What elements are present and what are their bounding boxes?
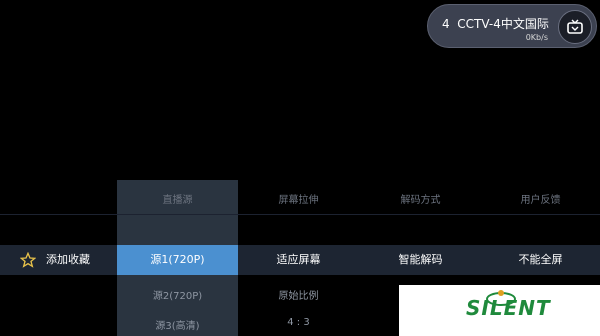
header-divider: [0, 214, 600, 215]
header-source[interactable]: 直播源: [117, 191, 238, 206]
channel-badge: 4 CCTV-4中文国际 0Kb/s: [427, 4, 597, 48]
feedback-option[interactable]: 不能全屏: [480, 245, 600, 275]
source-option-2[interactable]: 源2(720P): [117, 287, 238, 302]
source-option-selected[interactable]: 源1(720P): [117, 245, 238, 275]
channel-title: 4 CCTV-4中文国际: [442, 15, 549, 32]
header-feedback[interactable]: 用户反馈: [480, 191, 600, 206]
add-favorite-button[interactable]: 添加收藏: [46, 245, 90, 275]
star-icon[interactable]: [20, 252, 36, 268]
stretch-option-original[interactable]: 原始比例: [238, 287, 359, 302]
stretch-option-4-3[interactable]: 4 : 3: [238, 317, 359, 328]
channel-name: CCTV-4中文国际: [457, 17, 549, 31]
watermark-text: SILENT: [466, 296, 551, 320]
header-stretch[interactable]: 屏幕拉伸: [238, 191, 359, 206]
tv-icon: [558, 10, 592, 44]
decode-option-selected[interactable]: 智能解码: [360, 245, 481, 275]
bitrate-label: 0Kb/s: [525, 33, 548, 42]
stretch-option-selected[interactable]: 适应屏幕: [238, 245, 359, 275]
source-option-3[interactable]: 源3(高清): [117, 317, 238, 332]
header-decode[interactable]: 解码方式: [360, 191, 481, 206]
channel-number: 4: [442, 17, 450, 31]
